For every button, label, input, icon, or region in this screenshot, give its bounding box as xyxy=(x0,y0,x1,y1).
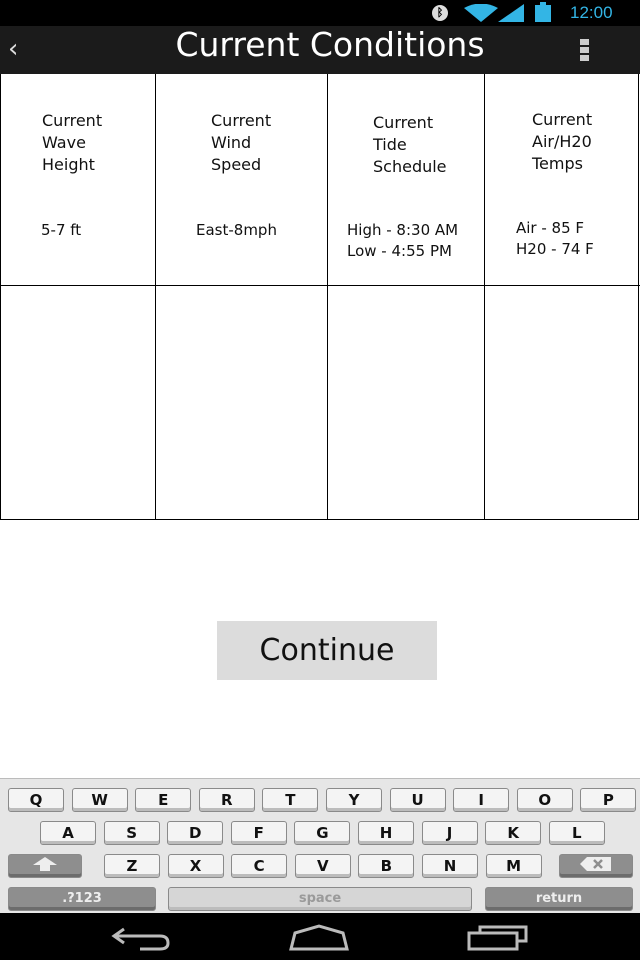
key-x[interactable]: X xyxy=(167,854,224,878)
key-h[interactable]: H xyxy=(358,821,414,845)
symbols-key[interactable]: .?123 xyxy=(8,887,156,911)
key-p[interactable]: P xyxy=(580,788,637,812)
key-f[interactable]: F xyxy=(230,821,287,845)
header-tide-schedule: Current Tide Schedule xyxy=(373,113,447,176)
status-time: 12:00 xyxy=(570,3,613,22)
conditions-table: Current Wave Height Current Wind Speed Curre… xyxy=(0,74,640,520)
key-j[interactable]: J xyxy=(421,821,478,845)
page-title: Current Conditions xyxy=(175,25,485,64)
backspace-key[interactable] xyxy=(559,854,633,878)
key-i[interactable]: I xyxy=(453,788,510,812)
key-d[interactable]: D xyxy=(167,821,224,845)
key-e[interactable]: E xyxy=(135,788,192,812)
key-o[interactable]: O xyxy=(516,788,573,812)
key-t[interactable]: T xyxy=(262,788,319,812)
table-divider xyxy=(1,285,640,286)
key-z[interactable]: Z xyxy=(104,854,160,878)
header-air-water-temps: Current Air/H20 Temps xyxy=(532,110,593,173)
key-q[interactable]: Q xyxy=(8,788,64,812)
shift-key[interactable] xyxy=(8,854,82,878)
recent-apps-icon[interactable] xyxy=(466,923,530,951)
shift-arrow-icon xyxy=(33,857,57,871)
key-k[interactable]: K xyxy=(485,821,542,845)
signal-icon xyxy=(498,4,524,22)
value-wind-speed: East-8mph xyxy=(196,221,277,239)
home-icon[interactable] xyxy=(285,923,353,951)
continue-button[interactable]: Continue xyxy=(217,621,437,680)
bluetooth-icon: ᛒ xyxy=(432,5,448,21)
key-v[interactable]: V xyxy=(294,854,351,878)
status-bar: ᛒ 12:00 xyxy=(0,0,640,26)
key-l[interactable]: L xyxy=(548,821,605,845)
back-icon[interactable] xyxy=(110,923,172,951)
backspace-icon xyxy=(580,857,611,871)
key-u[interactable]: U xyxy=(389,788,446,812)
wifi-icon xyxy=(464,4,498,22)
battery-icon xyxy=(535,2,551,22)
value-tide-schedule: High - 8:30 AM Low - 4:55 PM xyxy=(347,221,459,260)
key-g[interactable]: G xyxy=(294,821,351,845)
overflow-menu-icon[interactable] xyxy=(580,39,590,63)
key-y[interactable]: Y xyxy=(326,788,382,812)
key-b[interactable]: B xyxy=(358,854,415,878)
key-c[interactable]: C xyxy=(231,854,288,878)
space-key[interactable]: space xyxy=(168,887,472,911)
header-wave-height: Current Wave Height xyxy=(42,111,103,174)
key-m[interactable]: M xyxy=(485,854,542,878)
value-wave-height: 5-7 ft xyxy=(41,221,82,239)
navigation-bar xyxy=(0,913,640,960)
value-air-water-temps: Air - 85 F H20 - 74 F xyxy=(516,219,594,258)
app-bar: ‹ Current Conditions xyxy=(0,26,640,74)
header-wind-speed: Current Wind Speed xyxy=(211,111,272,174)
on-screen-keyboard: Q W E R T Y U I O P A S D F G H J K L Z X C V B N M .?123 space retu… xyxy=(0,778,640,914)
return-key[interactable]: return xyxy=(485,887,633,911)
key-a[interactable]: A xyxy=(40,821,96,845)
key-w[interactable]: W xyxy=(71,788,128,812)
key-s[interactable]: S xyxy=(103,821,160,845)
key-r[interactable]: R xyxy=(198,788,255,812)
key-n[interactable]: N xyxy=(422,854,478,878)
